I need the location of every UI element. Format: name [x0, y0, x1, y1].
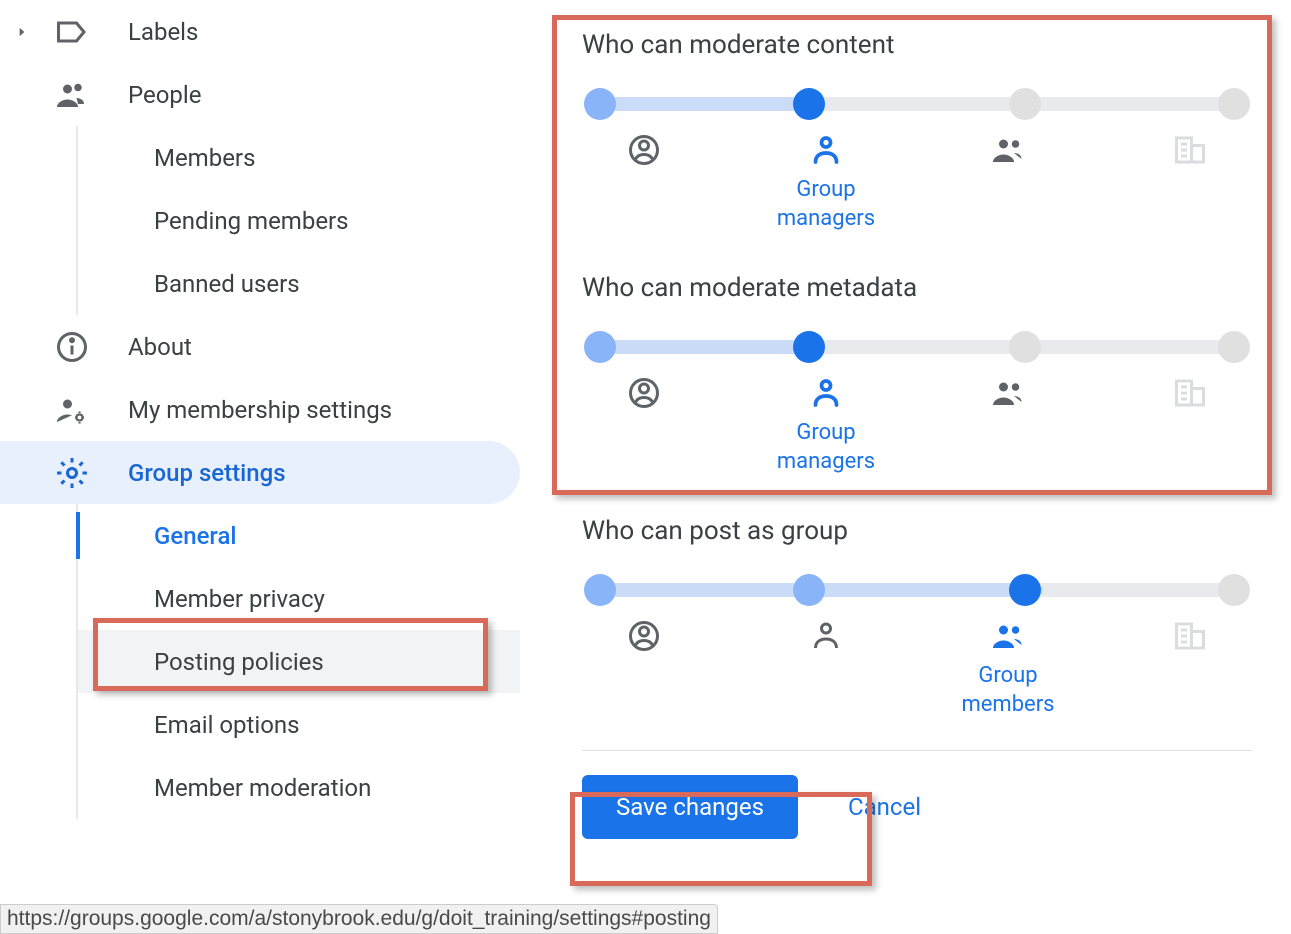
slider-stop-members[interactable]: [948, 375, 1068, 476]
permission-slider[interactable]: [582, 574, 1252, 606]
slider-stop-org[interactable]: [1130, 618, 1250, 719]
setting-post-as-group: Who can post as group Group members: [552, 486, 1282, 729]
group-settings-submenu: General Member privacy Posting policies …: [76, 504, 520, 819]
permission-slider[interactable]: [582, 331, 1252, 363]
nav-member-privacy[interactable]: Member privacy: [78, 567, 520, 630]
sidebar: Labels People Members Pending members Ba…: [0, 0, 520, 819]
slider-stop-members[interactable]: Group members: [948, 618, 1068, 719]
person-icon: [808, 375, 844, 411]
expand-arrow-icon: [10, 25, 34, 39]
group-icon: [990, 375, 1026, 411]
nav-posting-policies[interactable]: Posting policies: [78, 630, 520, 693]
setting-title: Who can moderate metadata: [582, 273, 1252, 303]
nav-labels[interactable]: Labels: [0, 0, 520, 63]
nav-email-options[interactable]: Email options: [78, 693, 520, 756]
people-icon: [54, 77, 90, 113]
nav-general[interactable]: General: [78, 504, 520, 567]
status-bar-url: https://groups.google.com/a/stonybrook.e…: [0, 904, 718, 934]
nav-people[interactable]: People: [0, 63, 520, 126]
nav-pending-members[interactable]: Pending members: [78, 189, 520, 252]
cancel-button[interactable]: Cancel: [848, 793, 921, 821]
setting-title: Who can post as group: [582, 516, 1252, 546]
button-row: Save changes Cancel: [552, 751, 1282, 863]
slider-stop-members[interactable]: [948, 132, 1068, 233]
setting-moderate-metadata: Who can moderate metadata Group managers: [552, 243, 1282, 486]
slider-stop-owners[interactable]: [584, 618, 704, 719]
save-button[interactable]: Save changes: [582, 775, 798, 839]
nav-label: My membership settings: [128, 396, 392, 424]
label-icon: [54, 14, 90, 50]
nav-membership-settings[interactable]: My membership settings: [0, 378, 520, 441]
slider-stop-owners[interactable]: [584, 375, 704, 476]
org-icon: [1172, 132, 1208, 168]
stop-label: Group members: [948, 662, 1068, 719]
nav-about[interactable]: About: [0, 315, 520, 378]
nav-member-moderation[interactable]: Member moderation: [78, 756, 520, 819]
person-icon: [808, 132, 844, 168]
nav-members[interactable]: Members: [78, 126, 520, 189]
info-icon: [54, 329, 90, 365]
nav-label: People: [128, 81, 201, 109]
stop-label: Group managers: [766, 419, 886, 476]
permission-slider[interactable]: [582, 88, 1252, 120]
person-gear-icon: [54, 392, 90, 428]
owner-icon: [626, 618, 662, 654]
slider-stop-managers[interactable]: Group managers: [766, 375, 886, 476]
setting-title: Who can moderate content: [582, 30, 1252, 60]
nav-group-settings[interactable]: Group settings: [0, 441, 520, 504]
org-icon: [1172, 375, 1208, 411]
group-icon: [990, 132, 1026, 168]
slider-stop-managers[interactable]: Group managers: [766, 132, 886, 233]
nav-label: About: [128, 333, 192, 361]
owner-icon: [626, 132, 662, 168]
nav-label: Labels: [128, 18, 198, 46]
slider-stop-managers[interactable]: [766, 618, 886, 719]
group-icon: [990, 618, 1026, 654]
slider-stop-owners[interactable]: [584, 132, 704, 233]
slider-stop-org[interactable]: [1130, 132, 1250, 233]
setting-moderate-content: Who can moderate content Group managers: [552, 0, 1282, 243]
owner-icon: [626, 375, 662, 411]
nav-banned-users[interactable]: Banned users: [78, 252, 520, 315]
slider-stop-org[interactable]: [1130, 375, 1250, 476]
people-submenu: Members Pending members Banned users: [76, 126, 520, 315]
org-icon: [1172, 618, 1208, 654]
stop-label: Group managers: [766, 176, 886, 233]
gear-icon: [54, 455, 90, 491]
person-icon: [808, 618, 844, 654]
nav-label: Group settings: [128, 459, 286, 487]
main-panel: Who can moderate content Group managers: [552, 0, 1282, 863]
